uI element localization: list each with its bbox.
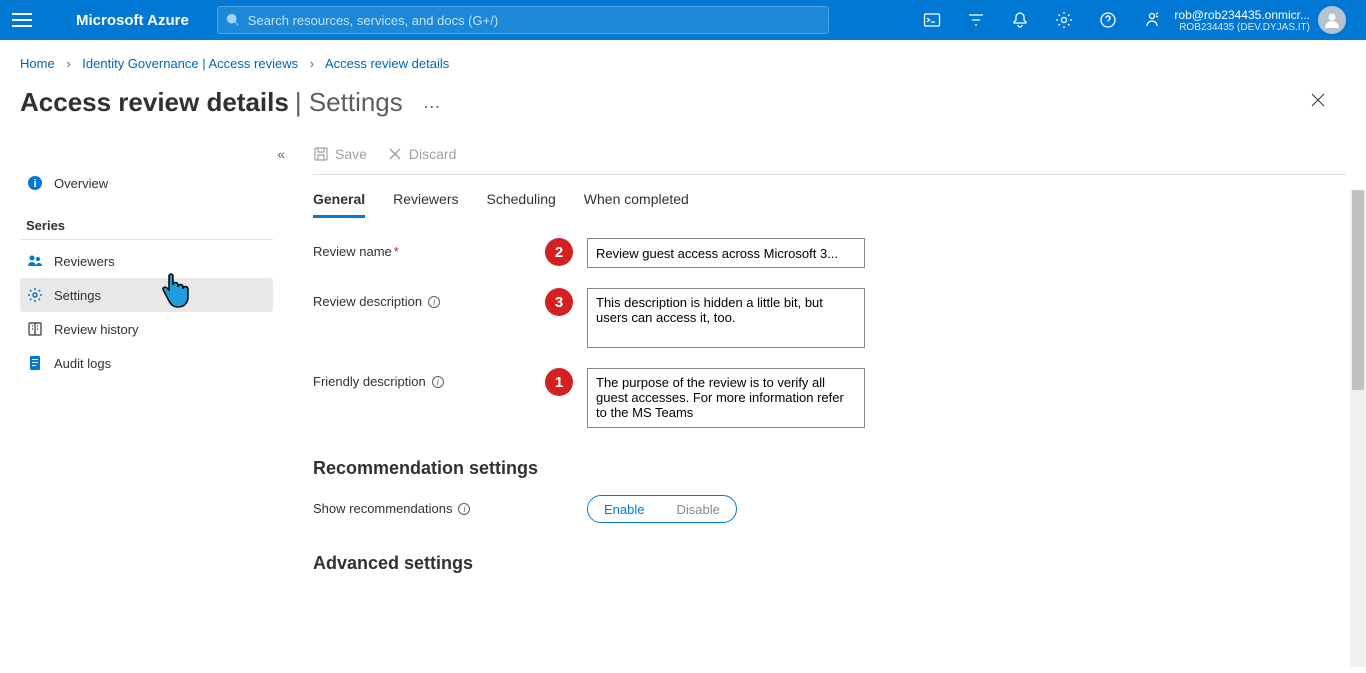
tab-reviewers[interactable]: Reviewers — [393, 191, 458, 218]
advanced-heading: Advanced settings — [313, 553, 1346, 574]
toolbar: Save Discard — [313, 134, 1346, 175]
form: Review name* 2 Review descriptioni 3 Fri… — [313, 218, 1346, 610]
feedback-icon[interactable] — [1130, 0, 1174, 40]
collapse-icon[interactable]: « — [277, 146, 285, 162]
scroll-thumb[interactable] — [1352, 190, 1364, 390]
close-icon[interactable] — [1310, 92, 1326, 113]
user-account[interactable]: rob@rob234435.onmicr... ROB234435 (DEV.D… — [1174, 6, 1354, 34]
show-rec-label: Show recommendationsi — [313, 495, 545, 516]
callout-badge-1: 1 — [545, 368, 573, 396]
people-icon — [26, 252, 44, 270]
info-icon[interactable]: i — [458, 503, 470, 515]
azure-header: Microsoft Azure rob@rob234435.onmicr... … — [0, 0, 1366, 40]
page-subtitle: | Settings — [295, 87, 403, 118]
friendly-desc-label: Friendly descriptioni — [313, 368, 545, 389]
tab-scheduling[interactable]: Scheduling — [487, 191, 556, 218]
discard-icon — [387, 146, 403, 162]
sidebar-item-review-history[interactable]: Review history — [20, 312, 273, 346]
review-desc-input[interactable] — [587, 288, 865, 348]
more-icon[interactable]: … — [423, 92, 441, 113]
review-desc-label: Review descriptioni — [313, 288, 545, 309]
breadcrumb: Home › Identity Governance | Access revi… — [0, 40, 1366, 79]
settings-icon[interactable] — [1042, 0, 1086, 40]
search-icon — [226, 13, 240, 27]
brand-logo[interactable]: Microsoft Azure — [76, 12, 189, 29]
header-icons — [910, 0, 1174, 40]
filter-icon[interactable] — [954, 0, 998, 40]
sidebar: « i Overview Series Reviewers Settings R… — [0, 134, 293, 673]
info-icon[interactable]: i — [428, 296, 440, 308]
recommendation-heading: Recommendation settings — [313, 458, 1346, 479]
user-email: rob@rob234435.onmicr... — [1174, 8, 1310, 22]
discard-button[interactable]: Discard — [387, 146, 456, 162]
content-area: Save Discard General Reviewers Schedulin… — [293, 134, 1366, 673]
log-icon — [26, 354, 44, 372]
svg-text:i: i — [33, 178, 36, 190]
sidebar-item-label: Audit logs — [54, 356, 111, 371]
sidebar-item-label: Review history — [54, 322, 139, 337]
help-icon[interactable] — [1086, 0, 1130, 40]
toggle-disable[interactable]: Disable — [660, 496, 735, 522]
sidebar-item-label: Settings — [54, 288, 101, 303]
recommendation-toggle[interactable]: Enable Disable — [587, 495, 737, 523]
tab-when-completed[interactable]: When completed — [584, 191, 689, 218]
save-icon — [313, 146, 329, 162]
review-name-input[interactable] — [587, 238, 865, 268]
sidebar-item-reviewers[interactable]: Reviewers — [20, 244, 273, 278]
title-row: Access review details | Settings … — [0, 79, 1366, 134]
callout-badge-2: 2 — [545, 238, 573, 266]
sidebar-item-overview[interactable]: i Overview — [20, 166, 273, 200]
breadcrumb-home[interactable]: Home — [20, 56, 55, 71]
page-title: Access review details — [20, 87, 289, 118]
search-box[interactable] — [217, 6, 829, 34]
sidebar-item-label: Reviewers — [54, 254, 115, 269]
cloud-shell-icon[interactable] — [910, 0, 954, 40]
scrollbar[interactable] — [1350, 190, 1366, 667]
tabs: General Reviewers Scheduling When comple… — [313, 175, 1346, 218]
save-button[interactable]: Save — [313, 146, 367, 162]
review-name-label: Review name* — [313, 238, 545, 259]
tab-general[interactable]: General — [313, 191, 365, 218]
gear-icon — [26, 286, 44, 304]
book-icon — [26, 320, 44, 338]
toggle-enable[interactable]: Enable — [588, 496, 660, 522]
friendly-desc-input[interactable] — [587, 368, 865, 428]
info-icon: i — [26, 174, 44, 192]
sidebar-item-settings[interactable]: Settings — [20, 278, 273, 312]
info-icon[interactable]: i — [432, 376, 444, 388]
sidebar-heading-series: Series — [20, 200, 273, 240]
user-tenant: ROB234435 (DEV.DYJAS.IT) — [1174, 22, 1310, 33]
callout-badge-3: 3 — [545, 288, 573, 316]
search-input[interactable] — [248, 13, 820, 28]
breadcrumb-governance[interactable]: Identity Governance | Access reviews — [82, 56, 298, 71]
sidebar-item-label: Overview — [54, 176, 108, 191]
sidebar-item-audit-logs[interactable]: Audit logs — [20, 346, 273, 380]
notifications-icon[interactable] — [998, 0, 1042, 40]
breadcrumb-details[interactable]: Access review details — [325, 56, 449, 71]
hamburger-icon[interactable] — [12, 13, 32, 27]
avatar — [1318, 6, 1346, 34]
